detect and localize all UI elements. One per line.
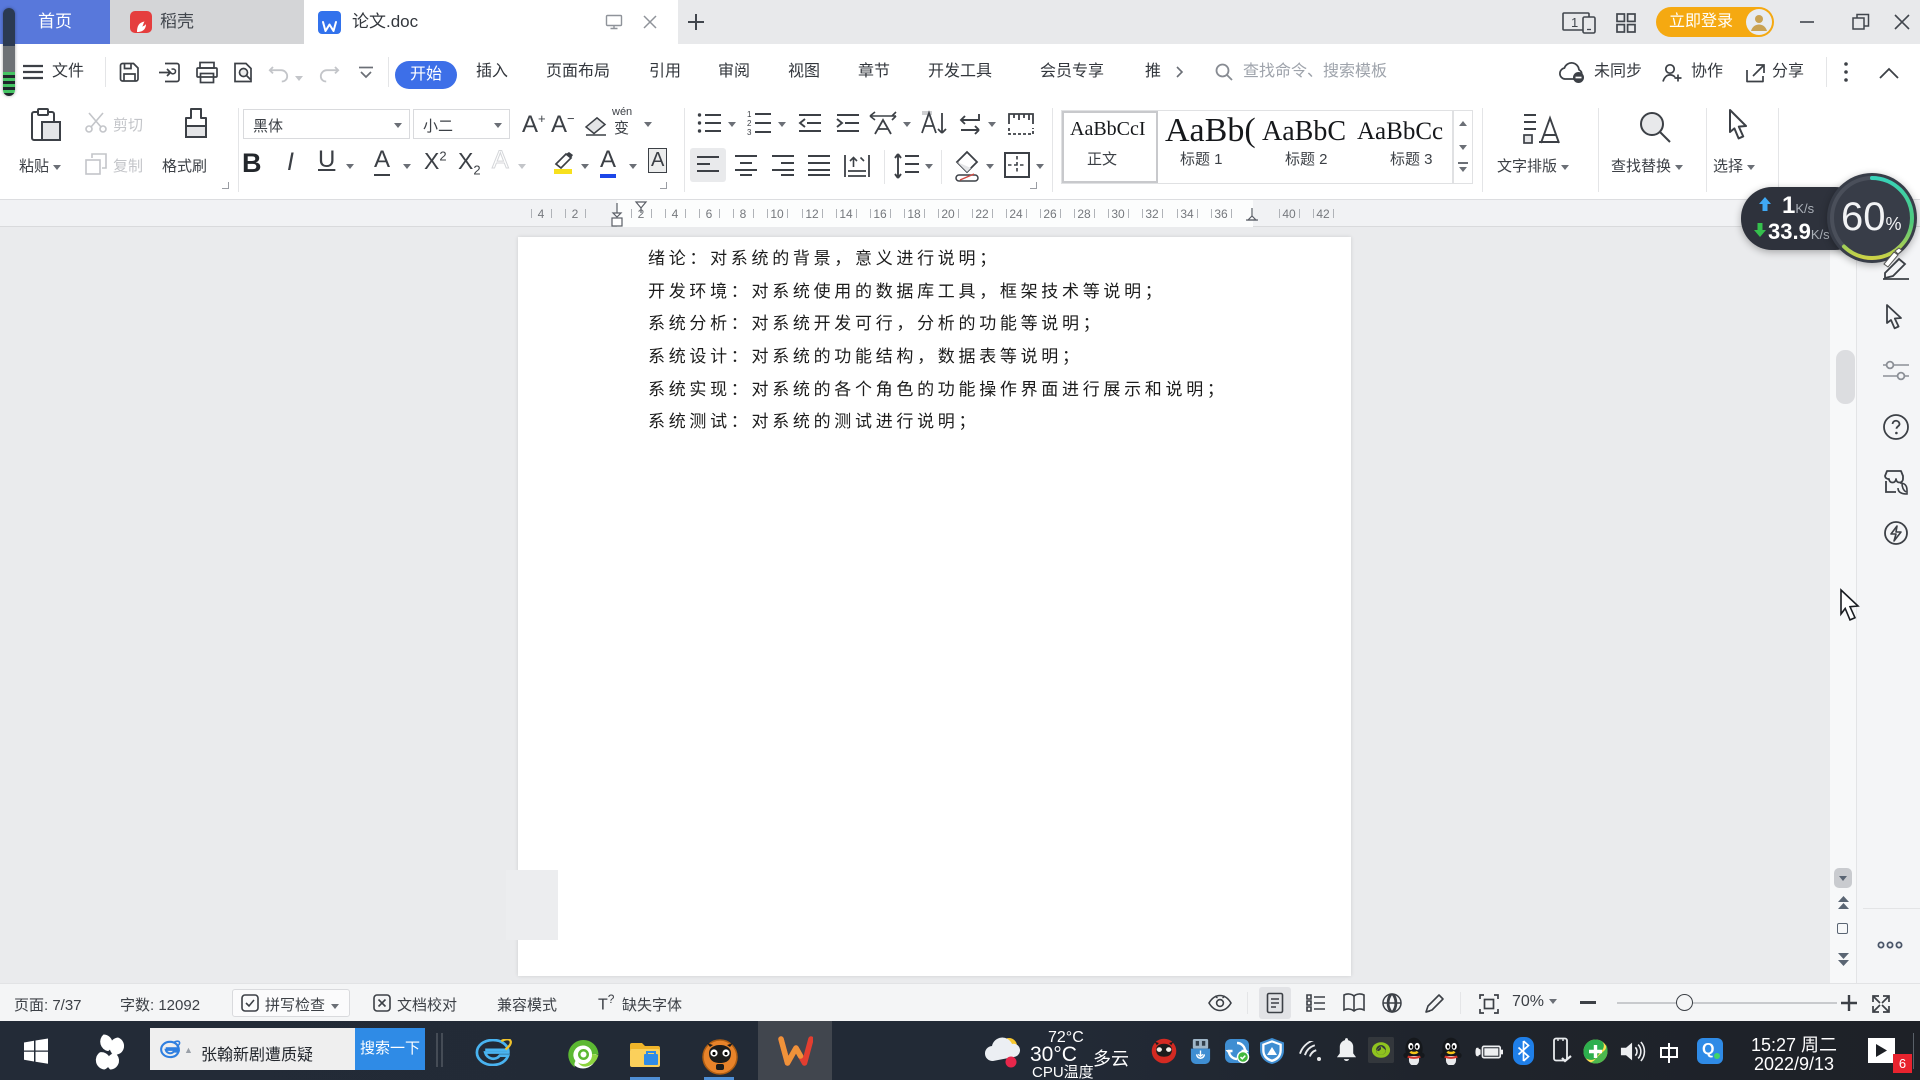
svg-text:1: 1 [1571, 15, 1578, 30]
svg-text:3: 3 [747, 128, 752, 136]
svg-text:1: 1 [747, 110, 752, 119]
svg-text:2: 2 [747, 119, 752, 128]
